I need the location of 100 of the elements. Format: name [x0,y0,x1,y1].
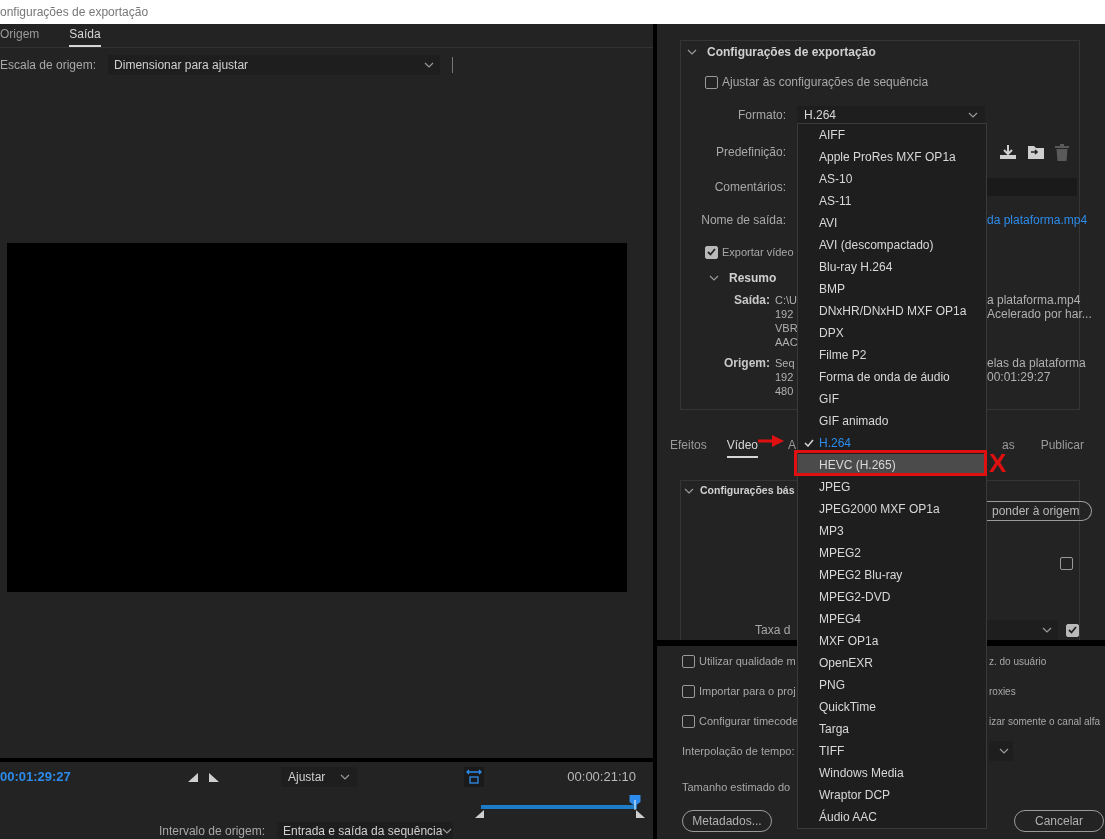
menu-item[interactable]: Blu-ray H.264 [798,256,986,278]
summary-text: a plataforma.mp4 [987,293,1082,307]
annotation-mark: X [989,450,1007,476]
menu-item[interactable]: MPEG2 [798,542,986,564]
menu-item[interactable]: GIF [798,388,986,410]
frame-rate-label: Taxa d [754,622,792,639]
summary-text: 192 [775,370,795,384]
menu-item[interactable]: AS-10 [798,168,986,190]
output-name-link[interactable]: da plataforma.mp4 [987,211,1088,229]
summary-text: C:\U [775,293,797,307]
zoom-dropdown[interactable]: Ajustar [281,767,357,787]
tab[interactable]: Publicar [1040,436,1085,458]
menu-item[interactable]: GIF animado [798,410,986,432]
menu-item[interactable]: Filme P2 [798,344,986,366]
menu-item[interactable]: AVI [798,212,986,234]
in-point-marker[interactable] [475,810,484,818]
summary-label: Origem: [723,356,770,372]
menu-item[interactable]: Áudio AAC [798,806,986,828]
option-text: roxies [989,684,1016,699]
menu-item[interactable]: JPEG2000 MXF OP1a [798,498,986,520]
summary-text: Acelerado por har... [987,307,1092,321]
menu-item[interactable]: MPEG4 [798,608,986,630]
range-label: Intervalo de origem: [158,822,265,839]
arrow-annotation [758,435,784,447]
checkbox-label: Configurar timecode [699,713,799,729]
summary-text: 480 [775,384,795,398]
summary-text: 192 [775,307,795,321]
menu-item[interactable]: HEVC (H.265) [798,454,986,476]
menu-item[interactable]: OpenEXR [798,652,986,674]
menu-item[interactable]: AVI (descompactado) [798,234,986,256]
interpolation-label: Interpolação de tempo: [682,743,796,759]
checkbox[interactable] [705,245,718,259]
tab[interactable]: Vídeo [726,436,759,458]
out-point-marker[interactable] [636,810,645,818]
format-label: Formato: [737,107,787,124]
comments-label: Comentários: [713,179,787,196]
menu-item[interactable]: Targa [798,718,986,740]
summary-text: 00:01:29:27 [987,370,1052,384]
chevron-down-icon [1042,627,1052,633]
playhead[interactable] [629,795,641,811]
menu-item[interactable]: Apple ProRes MXF OP1a [798,146,986,168]
menu-item[interactable]: BMP [798,278,986,300]
collapse-icon [687,49,697,55]
section-heading: Configurações bás [700,483,795,499]
menu-item[interactable]: Windows Media [798,762,986,784]
section-heading: Configurações de exportação [707,44,876,61]
checkbox-label: Exportar vídeo [722,244,794,260]
collapse-icon [684,488,694,494]
tab[interactable]: Saída [69,25,101,47]
menu-item[interactable]: AS-11 [798,190,986,212]
chevron-down-icon [424,62,435,68]
tab[interactable]: A [788,438,796,456]
range-dropdown[interactable]: Entrada e saída da sequência [277,822,453,839]
menu-item[interactable]: MPEG2 Blu-ray [798,564,986,586]
summary-heading: Resumo [729,270,777,287]
output-name-label: Nome de saída: [700,212,787,229]
collapse-icon [709,275,719,281]
download-icon[interactable] [999,144,1017,160]
in-timecode[interactable]: 00:01:29:27 [0,767,188,787]
format-dropdown[interactable]: H.264 [797,106,985,124]
menu-item[interactable]: DPX [798,322,986,344]
checkbox[interactable] [1060,556,1073,570]
tab[interactable]: Efeitos [670,436,707,458]
menu-item[interactable]: H.264 [798,432,986,454]
menu-item[interactable]: MP3 [798,520,986,542]
mark-in-icon[interactable] [188,772,198,782]
checkbox-label: Ajustar às configurações de sequência [722,74,929,91]
summary-label: Saída: [733,293,770,309]
window-title: onfigurações de exportação [0,4,149,21]
chevron-down-icon [340,774,350,780]
menu-item[interactable]: JPEG [798,476,986,498]
menu-item[interactable]: QuickTime [798,696,986,718]
menu-item[interactable]: Forma de onda de áudio [798,366,986,388]
estimated-size-label: Tamanho estimado do [682,779,791,795]
fit-icon[interactable] [464,767,484,787]
option-text: izar somente o canal alfa [989,714,1101,729]
summary-text: VBR [775,321,797,335]
menu-item[interactable]: AIFF [798,124,986,146]
mark-out-icon[interactable] [209,772,219,782]
menu-item[interactable]: Wraptor DCP [798,784,986,806]
summary-text: AAC [775,335,797,349]
checkbox[interactable] [682,654,695,668]
chevron-down-icon [968,112,978,118]
checkbox-label: Importar para o proj [699,683,796,699]
menu-item[interactable]: MXF OP1a [798,630,986,652]
menu-item[interactable]: TIFF [798,740,986,762]
chevron-down-icon [442,827,453,834]
checkbox[interactable] [682,714,695,728]
comments-field[interactable] [987,178,1077,196]
option-text: z. do usuário [989,654,1047,669]
checkbox[interactable] [705,75,718,89]
menu-item[interactable]: PNG [798,674,986,696]
tab[interactable]: Origem [0,25,40,47]
checkbox[interactable] [682,684,695,698]
preset-label: Predefinição: [714,144,787,161]
menu-item[interactable]: DNxHR/DNxHD MXF OP1a [798,300,986,322]
checkbox[interactable] [1066,623,1079,637]
scale-dropdown[interactable]: Dimensionar para ajustar [108,55,441,75]
folder-import-icon[interactable] [1027,144,1045,160]
menu-item[interactable]: MPEG2-DVD [798,586,986,608]
